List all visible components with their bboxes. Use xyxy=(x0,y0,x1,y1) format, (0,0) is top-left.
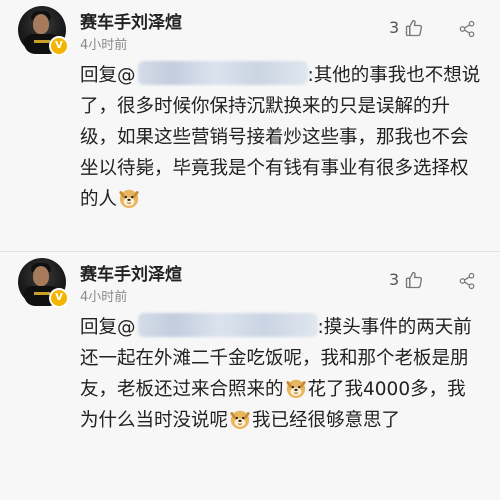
comment-body: :其他的事我也不想说了，很多时候你保持沉默换来的只是误解的升级，如果这些营销号接… xyxy=(80,65,481,210)
reply-label: 回复@ xyxy=(80,65,136,86)
mention-redacted[interactable] xyxy=(137,313,318,337)
avatar-shirt-logo xyxy=(34,40,50,43)
thumbs-up-icon[interactable] xyxy=(404,270,424,290)
like-count: 3 xyxy=(389,270,400,289)
username[interactable]: 赛车手刘泽煊 xyxy=(80,260,182,285)
doge-emoji xyxy=(119,189,139,209)
comment-body-part-3: 我已经很够意思了 xyxy=(252,410,401,431)
doge-emoji xyxy=(285,379,306,399)
share-icon[interactable] xyxy=(458,272,476,290)
comment-item: V 赛车手刘泽煊 4小时前 3 回复@:其他的事我也不想说了，很多时候你保持沉默… xyxy=(0,0,500,252)
comment-item: V 赛车手刘泽煊 4小时前 3 回复@:摸头事件的两天前还一起在外滩二千金吃饭呢… xyxy=(0,252,500,500)
mention-redacted[interactable] xyxy=(137,61,308,85)
thumbs-up-icon[interactable] xyxy=(404,18,424,38)
doge-emoji xyxy=(230,410,250,430)
avatar-face xyxy=(33,266,49,286)
reply-label: 回复@ xyxy=(80,317,136,338)
avatar-face xyxy=(33,14,49,34)
verified-badge-icon: V xyxy=(49,288,69,308)
comment-text: 回复@:其他的事我也不想说了，很多时候你保持沉默换来的只是误解的升级，如果这些营… xyxy=(80,60,482,215)
avatar[interactable]: V xyxy=(18,6,69,56)
username[interactable]: 赛车手刘泽煊 xyxy=(80,8,182,33)
verified-badge-icon: V xyxy=(49,36,69,56)
share-icon[interactable] xyxy=(458,20,476,38)
avatar-shirt-logo xyxy=(34,292,50,295)
timestamp: 4小时前 xyxy=(80,38,128,53)
avatar[interactable]: V xyxy=(18,258,69,308)
like-count: 3 xyxy=(389,18,400,37)
comment-text: 回复@:摸头事件的两天前还一起在外滩二千金吃饭呢，我和那个老板是朋友，老板还过来… xyxy=(80,312,482,436)
timestamp: 4小时前 xyxy=(80,290,128,305)
comment-feed: V 赛车手刘泽煊 4小时前 3 回复@:其他的事我也不想说了，很多时候你保持沉默… xyxy=(0,0,500,500)
